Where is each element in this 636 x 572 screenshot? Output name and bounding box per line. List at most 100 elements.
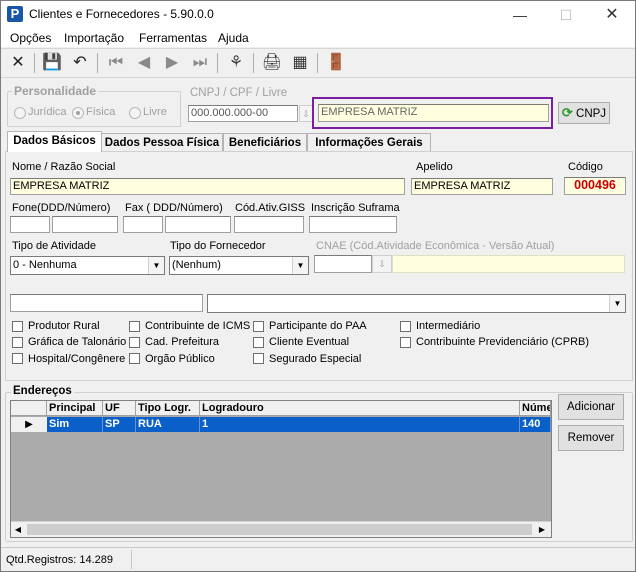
title-bar: P Clientes e Fornecedores - 5.90.0.0 — ☐… [1, 1, 635, 29]
codigo-value: 000496 [564, 177, 626, 195]
checkbox-participante-paa-label: Participante do PAA [269, 320, 367, 332]
column-header-numero[interactable]: Núme [520, 401, 551, 416]
print-icon[interactable]: 🖨 [261, 53, 283, 73]
checkbox-cad-prefeitura-label: Cad. Prefeitura [145, 336, 219, 348]
giss-input[interactable] [234, 216, 304, 233]
checkbox-cliente-eventual-label: Cliente Eventual [269, 336, 350, 348]
tipo-fornecedor-value: (Nenhum) [172, 259, 221, 271]
cnae-lookup-arrow-icon[interactable]: ⇩ [372, 255, 392, 273]
tab-dados-pessoa-fisica[interactable]: Dados Pessoa Física [101, 133, 223, 152]
checkbox-contribuinte-previdenciario[interactable] [400, 337, 411, 348]
save-icon[interactable]: 💾 [41, 53, 63, 73]
tab-dados-basicos[interactable]: Dados Básicos [7, 131, 102, 152]
column-header-logradouro[interactable]: Logradouro [200, 401, 520, 416]
fax-ddd-input[interactable] [123, 216, 163, 233]
checkbox-grafica-talonario[interactable] [12, 337, 23, 348]
table-cell-logradouro[interactable]: 1 [200, 417, 520, 432]
checkbox-segurado-especial-label: Segurado Especial [269, 353, 362, 365]
cnpj-button[interactable]: ⟳ CNPJ [558, 102, 610, 124]
enderecos-table: Principal UF Tipo Logr. Logradouro Núme … [10, 400, 552, 538]
scroll-left-icon[interactable]: ◀ [11, 522, 25, 537]
fone-numero-input[interactable] [52, 216, 118, 233]
tab-informacoes-gerais[interactable]: Informações Gerais [307, 133, 431, 152]
fax-numero-input[interactable] [165, 216, 231, 233]
table-cell-uf[interactable]: SP [103, 417, 136, 432]
menu-bar: Opções Importação Ferramentas Ajuda [1, 29, 635, 47]
checkbox-orgao-publico[interactable] [129, 353, 140, 364]
radio-fisica-label: Física [86, 106, 116, 118]
fone-label: Fone(DDD/Número) [12, 202, 111, 214]
remover-button[interactable]: Remover [558, 425, 624, 451]
close-window-button[interactable]: ✕ [589, 1, 635, 29]
apelido-input[interactable]: EMPRESA MATRIZ [411, 178, 553, 195]
tipo-fornecedor-label: Tipo do Fornecedor [170, 240, 266, 252]
checkbox-hospital-congenere[interactable] [12, 353, 23, 364]
checkbox-contribuinte-icms[interactable] [129, 321, 140, 332]
exit-door-icon[interactable]: 🚪 [325, 53, 347, 73]
minimize-button[interactable]: — [497, 1, 543, 29]
menu-importacao[interactable]: Importação [64, 31, 124, 45]
radio-livre[interactable] [129, 107, 141, 119]
cnpj-lookup-arrow-icon[interactable]: ⇩ [299, 105, 313, 122]
first-record-icon[interactable]: ⏮ [105, 53, 127, 73]
tipo-atividade-value: 0 - Nenhuma [13, 259, 77, 271]
suframa-input[interactable] [309, 216, 397, 233]
table-cell-principal[interactable]: Sim [47, 417, 103, 432]
cnae-code-input[interactable] [314, 255, 372, 273]
menu-opcoes[interactable]: Opções [10, 31, 51, 45]
radio-juridica[interactable] [14, 107, 26, 119]
search-records-icon[interactable]: ⚘ [225, 53, 247, 73]
scrollbar-thumb[interactable] [27, 524, 532, 535]
checkbox-produtor-rural-label: Produtor Rural [28, 320, 100, 332]
scroll-right-icon[interactable]: ▶ [535, 522, 549, 537]
previous-record-icon[interactable]: ◀ [133, 53, 155, 73]
company-name-field[interactable]: EMPRESA MATRIZ [318, 104, 549, 122]
calculator-icon[interactable]: ▦ [289, 53, 311, 73]
status-bar: Qtd.Registros: 14.289 [1, 547, 635, 571]
checkbox-grafica-talonario-label: Gráfica de Talonário [28, 336, 127, 348]
menu-ferramentas[interactable]: Ferramentas [139, 31, 207, 45]
tab-beneficiarios[interactable]: Beneficiários [223, 133, 307, 152]
apelido-label: Apelido [416, 161, 453, 173]
undo-icon[interactable]: ↶ [69, 53, 91, 73]
toolbar: ✕ 💾 ↶ ⏮ ◀ ▶ ⏭ ⚘ 🖨 ▦ 🚪 [1, 48, 635, 78]
checkbox-produtor-rural[interactable] [12, 321, 23, 332]
tipo-fornecedor-select[interactable]: (Nenhum) ▼ [169, 256, 309, 275]
horizontal-scrollbar[interactable]: ◀ ▶ [11, 521, 551, 537]
fone-ddd-input[interactable] [10, 216, 50, 233]
checkbox-segurado-especial[interactable] [253, 353, 264, 364]
enderecos-legend: Endereços [11, 385, 74, 397]
adicionar-button[interactable]: Adicionar [558, 394, 624, 420]
fax-label: Fax ( DDD/Número) [125, 202, 223, 214]
radio-livre-label: Livre [143, 106, 167, 118]
column-header-uf[interactable]: UF [103, 401, 136, 416]
checkbox-contribuinte-icms-label: Contribuinte de ICMS [145, 320, 251, 332]
table-cell-numero[interactable]: 140 [520, 417, 551, 432]
chevron-down-icon: ▼ [292, 257, 308, 274]
checkbox-cad-prefeitura[interactable] [129, 337, 140, 348]
extra-select[interactable]: ▼ [207, 294, 626, 313]
cancel-x-icon[interactable]: ✕ [7, 53, 29, 73]
app-logo-icon: P [7, 6, 23, 22]
extra-input[interactable] [10, 294, 203, 312]
cnpj-label: CNPJ / CPF / Livre [190, 87, 288, 99]
column-header-principal[interactable]: Principal [47, 401, 103, 416]
row-indicator-icon[interactable]: ▶ [11, 417, 48, 432]
cnpj-input[interactable]: 000.000.000-00 [188, 105, 298, 122]
checkbox-hospital-congenere-label: Hospital/Congênere [28, 353, 126, 365]
radio-fisica[interactable] [72, 107, 84, 119]
next-record-icon[interactable]: ▶ [161, 53, 183, 73]
checkbox-intermediario[interactable] [400, 321, 411, 332]
menu-ajuda[interactable]: Ajuda [218, 31, 249, 45]
personalidade-legend: Personalidade [12, 84, 99, 98]
last-record-icon[interactable]: ⏭ [189, 53, 211, 73]
maximize-button[interactable]: ☐ [543, 1, 589, 29]
tipo-atividade-select[interactable]: 0 - Nenhuma ▼ [10, 256, 165, 275]
checkbox-cliente-eventual[interactable] [253, 337, 264, 348]
column-header-tipo-logr[interactable]: Tipo Logr. [136, 401, 200, 416]
checkbox-participante-paa[interactable] [253, 321, 264, 332]
nome-input[interactable]: EMPRESA MATRIZ [10, 178, 405, 195]
suframa-label: Inscrição Suframa [311, 202, 400, 214]
table-cell-tipo-logr[interactable]: RUA [136, 417, 200, 432]
status-divider [131, 550, 132, 569]
